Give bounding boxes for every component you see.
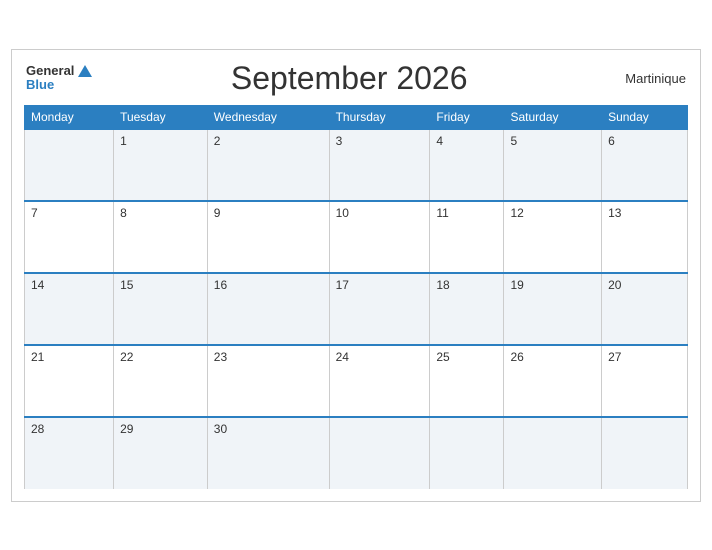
calendar-day-cell: 25 bbox=[430, 345, 504, 417]
day-header: Wednesday bbox=[207, 105, 329, 129]
calendar-day-cell: 9 bbox=[207, 201, 329, 273]
calendar-day-cell: 16 bbox=[207, 273, 329, 345]
calendar-day-cell bbox=[504, 417, 602, 489]
calendar-day-cell: 7 bbox=[25, 201, 114, 273]
calendar-day-cell: 28 bbox=[25, 417, 114, 489]
logo-general-text: General bbox=[26, 64, 74, 78]
calendar-day-cell: 17 bbox=[329, 273, 430, 345]
calendar-day-cell: 18 bbox=[430, 273, 504, 345]
calendar-day-cell: 22 bbox=[114, 345, 208, 417]
calendar-day-cell: 24 bbox=[329, 345, 430, 417]
calendar-week-row: 14151617181920 bbox=[25, 273, 688, 345]
logo-blue-text: Blue bbox=[26, 78, 92, 92]
calendar-week-row: 21222324252627 bbox=[25, 345, 688, 417]
calendar-day-cell: 26 bbox=[504, 345, 602, 417]
calendar-title: September 2026 bbox=[92, 60, 606, 97]
calendar-region: Martinique bbox=[606, 71, 686, 86]
calendar-day-cell: 3 bbox=[329, 129, 430, 201]
calendar-week-row: 282930 bbox=[25, 417, 688, 489]
calendar-day-cell: 23 bbox=[207, 345, 329, 417]
calendar-day-cell: 15 bbox=[114, 273, 208, 345]
calendar-day-cell: 1 bbox=[114, 129, 208, 201]
calendar-grid: MondayTuesdayWednesdayThursdayFridaySatu… bbox=[24, 105, 688, 489]
calendar-day-cell: 14 bbox=[25, 273, 114, 345]
calendar-day-cell: 8 bbox=[114, 201, 208, 273]
calendar-day-cell bbox=[329, 417, 430, 489]
calendar-day-cell: 30 bbox=[207, 417, 329, 489]
day-header: Thursday bbox=[329, 105, 430, 129]
day-header: Tuesday bbox=[114, 105, 208, 129]
calendar-day-cell: 10 bbox=[329, 201, 430, 273]
calendar-day-cell: 11 bbox=[430, 201, 504, 273]
day-header: Friday bbox=[430, 105, 504, 129]
calendar-day-cell bbox=[25, 129, 114, 201]
calendar-header: General Blue September 2026 Martinique bbox=[24, 60, 688, 97]
calendar-header-row: MondayTuesdayWednesdayThursdayFridaySatu… bbox=[25, 105, 688, 129]
calendar-day-cell: 13 bbox=[602, 201, 688, 273]
calendar-day-cell: 12 bbox=[504, 201, 602, 273]
calendar-day-cell bbox=[430, 417, 504, 489]
calendar-day-cell: 27 bbox=[602, 345, 688, 417]
calendar-day-cell: 6 bbox=[602, 129, 688, 201]
calendar-day-cell bbox=[602, 417, 688, 489]
logo: General Blue bbox=[26, 64, 92, 93]
calendar-day-cell: 29 bbox=[114, 417, 208, 489]
calendar-day-cell: 20 bbox=[602, 273, 688, 345]
logo-triangle-icon bbox=[78, 65, 92, 77]
calendar-day-cell: 19 bbox=[504, 273, 602, 345]
calendar-week-row: 123456 bbox=[25, 129, 688, 201]
calendar-container: General Blue September 2026 Martinique M… bbox=[11, 49, 701, 502]
calendar-week-row: 78910111213 bbox=[25, 201, 688, 273]
calendar-day-cell: 21 bbox=[25, 345, 114, 417]
calendar-day-cell: 2 bbox=[207, 129, 329, 201]
day-header: Sunday bbox=[602, 105, 688, 129]
calendar-day-cell: 5 bbox=[504, 129, 602, 201]
day-header: Saturday bbox=[504, 105, 602, 129]
calendar-day-cell: 4 bbox=[430, 129, 504, 201]
day-header: Monday bbox=[25, 105, 114, 129]
